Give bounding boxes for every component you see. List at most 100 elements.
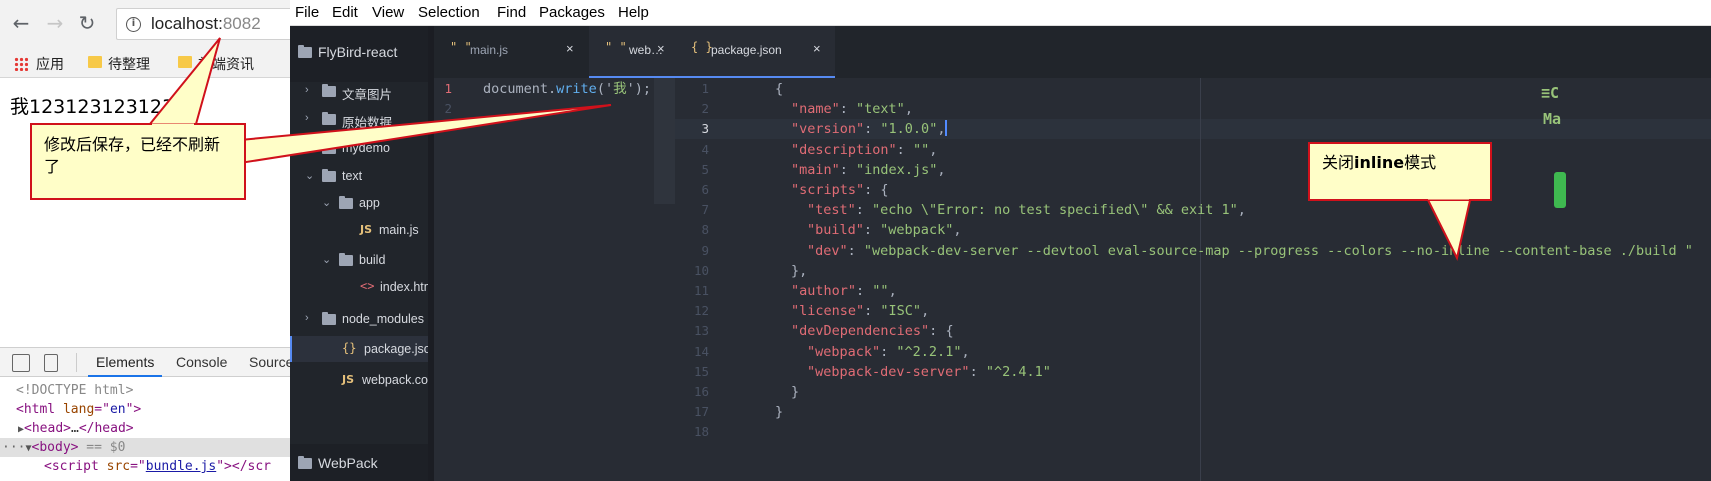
menu-label: View (372, 4, 405, 21)
left-code-editor[interactable]: 1 2 document.write('我'); (434, 78, 675, 481)
close-icon[interactable]: × (566, 41, 574, 56)
tree-item-label: mydemo (342, 141, 390, 155)
line-number: 10 (693, 262, 709, 278)
menu-selection[interactable]: Selection (418, 4, 480, 21)
tree-file[interactable]: <> index.html (290, 274, 428, 300)
project-root[interactable]: FlyBird-react (290, 26, 428, 82)
tree-item-label: node_modules (342, 312, 425, 326)
selected-marker: == $0 (78, 440, 126, 455)
close-icon[interactable]: × (657, 41, 665, 56)
menu-find[interactable]: Find (497, 4, 526, 21)
dom-node-script[interactable]: <script src="bundle.js"></scr (44, 457, 271, 476)
back-arrow-icon[interactable]: ← (10, 12, 32, 34)
save-note-callout: 修改后保存，已经不刷新了 (30, 123, 246, 200)
line-number: 6 (701, 182, 709, 197)
page-content: 我123123123123 (0, 79, 290, 347)
line-number: 13 (693, 323, 709, 339)
folder-icon (298, 45, 312, 58)
token-punct: : (847, 242, 864, 259)
bookmark-folder[interactable]: 前端资讯 (176, 54, 288, 72)
url-port: 8082 (222, 14, 261, 33)
token-key: "description" (791, 141, 897, 158)
line-number: 1 (444, 81, 452, 96)
tree-item-label: build (359, 253, 386, 267)
token-punct: , (888, 283, 897, 299)
dom-node-head[interactable]: ▶<head>…</head> (18, 419, 134, 438)
token-punct: (' (596, 81, 614, 97)
code-line: "scripts": { (791, 180, 889, 200)
code-line: "version": "1.0.0", (791, 119, 948, 139)
info-icon[interactable]: i (126, 17, 141, 32)
tree-file-selected[interactable]: {} package.json (290, 336, 428, 362)
tab-main-js[interactable]: " " main.js × (434, 26, 588, 78)
token-punct: { (775, 81, 784, 97)
reload-icon[interactable]: ↻ (76, 12, 98, 34)
chevron-down-icon: ⌄ (322, 197, 332, 209)
tree-folder[interactable]: ⌄ app (290, 190, 428, 216)
tree-folder[interactable]: › mydemo (290, 135, 428, 161)
token-punct: : (880, 343, 897, 360)
tree-item-label: index.html (380, 280, 428, 294)
right-code-editor[interactable]: 1 2 3 4 5 6 7 8 9 10 11 12 13 14 15 16 17 18 {"name": "te… (675, 78, 1711, 481)
line-number: 14 (693, 343, 709, 359)
line-number: 2 (444, 101, 452, 116)
chevron-right-icon: › (305, 141, 309, 153)
callout-text-part: 模式 (1404, 153, 1437, 172)
code-line: "dev": "webpack-dev-server --devtool eva… (807, 241, 1693, 261)
tab-console[interactable]: Console (176, 354, 227, 370)
bookmark-folder[interactable]: 待整理 (86, 54, 166, 73)
scroll-indicator[interactable] (654, 78, 675, 204)
token-key: "webpack-dev-server" (807, 363, 970, 380)
project-root-secondary[interactable]: WebPack (290, 444, 428, 481)
attr-name: lang (62, 402, 95, 417)
tag-text: <script (44, 459, 107, 474)
menu-label: Selection (418, 4, 480, 21)
bookmark-label: 待整理 (108, 57, 150, 73)
folder-icon (322, 312, 336, 325)
tree-file[interactable]: JS webpack.config.js (290, 367, 428, 393)
tab-webpack-config[interactable]: " " web… × (589, 26, 675, 78)
token-punct: : (839, 161, 857, 178)
tree-item-label: 文章图片 (342, 88, 393, 102)
token-punct: { (945, 323, 954, 340)
menu-file[interactable]: File (295, 4, 319, 21)
edge-block (1554, 172, 1566, 208)
chevron-right-icon: › (305, 112, 309, 124)
bookmark-label: 前端资讯 (198, 57, 254, 72)
tree-folder[interactable]: ⌄ text (290, 163, 428, 189)
browser-window: ← → ↻ i localhost:8082 应用 待整理 前端资讯 我1231… (0, 0, 293, 481)
tab-elements[interactable]: Elements (87, 354, 163, 377)
code-line: "name": "text", (791, 99, 913, 119)
dom-node-html[interactable]: <html lang="en"> (16, 400, 141, 419)
tree-folder[interactable]: › 文章图片 (290, 78, 428, 104)
folder-open-icon (322, 169, 336, 182)
script-src-link[interactable]: bundle.js (146, 459, 216, 474)
line-number: 15 (693, 363, 709, 379)
token-key: "author" (791, 283, 857, 299)
token-punct: , (937, 161, 946, 178)
tree-item-label: webpack.config.js (362, 373, 428, 387)
menu-packages[interactable]: Packages (539, 4, 605, 21)
device-toolbar-icon[interactable] (44, 354, 58, 372)
dom-node-body[interactable]: ···▼<body> == $0 (0, 438, 290, 457)
token-key: "test" (807, 202, 856, 219)
tree-folder[interactable]: › 原始数据 (290, 106, 428, 132)
code-line: "webpack-dev-server": "^2.4.1" (807, 362, 1051, 382)
line-number: 11 (693, 283, 709, 298)
menu-help[interactable]: Help (618, 4, 649, 21)
dom-node-doctype[interactable]: <!DOCTYPE html> (16, 381, 133, 400)
menu-edit[interactable]: Edit (332, 4, 358, 21)
tab-sources[interactable]: Source (249, 354, 293, 370)
bookmark-apps[interactable]: 应用 (14, 54, 74, 73)
tree-file[interactable]: JS main.js (290, 217, 428, 243)
address-bar[interactable]: i localhost:8082 (116, 8, 290, 40)
tree-folder[interactable]: › node_modules (290, 306, 428, 332)
tree-folder[interactable]: ⌄ build (290, 247, 428, 273)
forward-arrow-icon[interactable]: → (44, 12, 66, 34)
dots: ··· (2, 440, 26, 455)
inspect-element-icon[interactable] (12, 354, 30, 372)
tab-package-json[interactable]: { } package.json × (675, 26, 835, 78)
menu-view[interactable]: View (372, 4, 404, 21)
close-icon[interactable]: × (813, 41, 821, 56)
token-string: "1.0.0" (880, 121, 938, 138)
